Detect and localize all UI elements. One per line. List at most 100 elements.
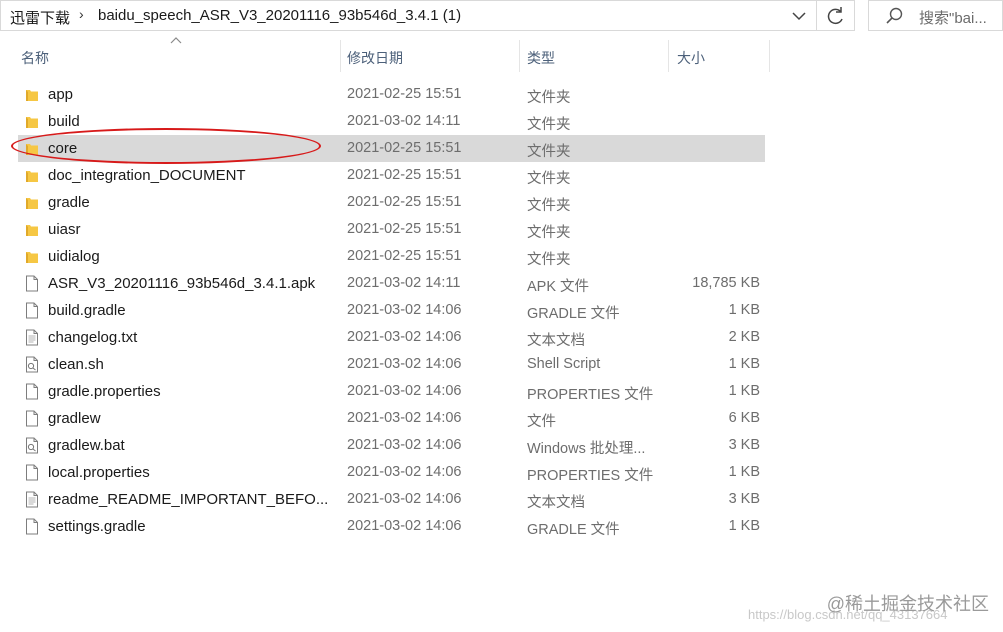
- file-type: PROPERTIES 文件: [527, 468, 654, 484]
- search-icon: [886, 7, 903, 24]
- file-row[interactable]: readme_README_IMPORTANT_BEFO... 2021-03-0…: [18, 486, 765, 513]
- text-file-icon: [24, 491, 40, 508]
- modified-date: 2021-02-25 15:51: [347, 140, 462, 156]
- modified-date: 2021-03-02 14:06: [347, 518, 462, 534]
- folder-row[interactable]: app 2021-02-25 15:51 文件夹: [18, 81, 765, 108]
- file-name: readme_README_IMPORTANT_BEFO...: [48, 491, 329, 508]
- text-file-icon: [24, 329, 40, 346]
- column-header-name[interactable]: 名称: [18, 40, 340, 72]
- file-type: 文件夹: [527, 171, 571, 187]
- column-divider[interactable]: [769, 40, 770, 72]
- column-header-type-label: 类型: [527, 50, 555, 66]
- folder-row[interactable]: uiasr 2021-02-25 15:51 文件夹: [18, 216, 765, 243]
- modified-date: 2021-03-02 14:06: [347, 383, 462, 399]
- file-row[interactable]: settings.gradle 2021-03-02 14:06 GRADLE 文件…: [18, 513, 765, 540]
- breadcrumb-separator-icon[interactable]: ›: [79, 6, 84, 22]
- modified-date: 2021-03-02 14:06: [347, 410, 462, 426]
- column-header-type[interactable]: 类型: [520, 40, 668, 72]
- modified-date: 2021-02-25 15:51: [347, 167, 462, 183]
- script-file-icon: [24, 356, 40, 373]
- file-type: GRADLE 文件: [527, 306, 620, 322]
- file-size: 1 KB: [728, 356, 760, 372]
- folder-icon: [24, 167, 40, 184]
- breadcrumb-parent[interactable]: 迅雷下载: [10, 7, 70, 28]
- file-name: build: [48, 113, 80, 130]
- file-type: 文件夹: [527, 144, 571, 160]
- file-size: 1 KB: [728, 464, 760, 480]
- file-type: Windows 批处理...: [527, 441, 646, 457]
- column-header-name-label: 名称: [21, 50, 49, 66]
- file-row[interactable]: changelog.txt 2021-03-02 14:06 文本文档 2 KB: [18, 324, 765, 351]
- modified-date: 2021-03-02 14:06: [347, 437, 462, 453]
- file-size: 1 KB: [728, 383, 760, 399]
- file-name: settings.gradle: [48, 518, 146, 535]
- file-type: 文件夹: [527, 198, 571, 214]
- modified-date: 2021-02-25 15:51: [347, 221, 462, 237]
- file-name: gradle.properties: [48, 383, 161, 400]
- file-type: 文本文档: [527, 495, 585, 511]
- breadcrumb-current[interactable]: baidu_speech_ASR_V3_20201116_93b546d_3.4…: [98, 7, 461, 24]
- file-type: 文件: [527, 414, 556, 430]
- file-type: PROPERTIES 文件: [527, 387, 654, 403]
- file-icon: [24, 383, 40, 400]
- file-name: gradle: [48, 194, 90, 211]
- folder-icon: [24, 140, 40, 157]
- folder-row[interactable]: uidialog 2021-02-25 15:51 文件夹: [18, 243, 765, 270]
- file-name: doc_integration_DOCUMENT: [48, 167, 246, 184]
- file-name: changelog.txt: [48, 329, 138, 346]
- search-placeholder: 搜索"bai...: [919, 10, 987, 27]
- file-size: 1 KB: [728, 302, 760, 318]
- file-size: 3 KB: [728, 491, 760, 507]
- file-name: clean.sh: [48, 356, 104, 373]
- file-row[interactable]: gradlew.bat 2021-03-02 14:06 Windows 批处理..…: [18, 432, 765, 459]
- folder-icon: [24, 113, 40, 130]
- file-name: gradlew: [48, 410, 101, 427]
- file-row[interactable]: ASR_V3_20201116_93b546d_3.4.1.apk 2021-03…: [18, 270, 765, 297]
- modified-date: 2021-03-02 14:11: [347, 113, 461, 129]
- modified-date: 2021-02-25 15:51: [347, 86, 462, 102]
- file-type: APK 文件: [527, 279, 590, 295]
- modified-date: 2021-02-25 15:51: [347, 248, 462, 264]
- modified-date: 2021-03-02 14:06: [347, 329, 462, 345]
- folder-row[interactable]: gradle 2021-02-25 15:51 文件夹: [18, 189, 765, 216]
- file-type: 文件夹: [527, 225, 571, 241]
- folder-row[interactable]: doc_integration_DOCUMENT 2021-02-25 15:51…: [18, 162, 765, 189]
- folder-row[interactable]: core 2021-02-25 15:51 文件夹: [18, 135, 765, 162]
- search-box[interactable]: 搜索"bai...: [868, 0, 1003, 31]
- folder-icon: [24, 248, 40, 265]
- refresh-button[interactable]: [817, 0, 855, 31]
- file-name: ASR_V3_20201116_93b546d_3.4.1.apk: [48, 275, 316, 292]
- file-row[interactable]: gradlew 2021-03-02 14:06 文件 6 KB: [18, 405, 765, 432]
- file-name: gradlew.bat: [48, 437, 125, 454]
- file-name: uidialog: [48, 248, 100, 265]
- file-icon: [24, 275, 40, 292]
- script-file-icon: [24, 437, 40, 454]
- file-name: app: [48, 86, 74, 103]
- file-icon: [24, 518, 40, 535]
- folder-row[interactable]: build 2021-03-02 14:11 文件夹: [18, 108, 765, 135]
- refresh-icon: [827, 7, 843, 25]
- file-icon: [24, 302, 40, 319]
- column-header-size-label: 大小: [677, 50, 705, 66]
- file-row[interactable]: gradle.properties 2021-03-02 14:06 PROPERT…: [18, 378, 765, 405]
- address-bar[interactable]: 迅雷下载 › baidu_speech_ASR_V3_20201116_93b5…: [0, 0, 817, 31]
- column-header-date[interactable]: 修改日期: [341, 40, 519, 72]
- folder-icon: [24, 221, 40, 238]
- modified-date: 2021-03-02 14:06: [347, 464, 462, 480]
- file-type: 文件夹: [527, 117, 571, 133]
- file-row[interactable]: build.gradle 2021-03-02 14:06 GRADLE 文件 1 K…: [18, 297, 765, 324]
- file-row[interactable]: clean.sh 2021-03-02 14:06 Shell Script 1 KB: [18, 351, 765, 378]
- modified-date: 2021-03-02 14:06: [347, 302, 462, 318]
- file-type: Shell Script: [527, 356, 601, 372]
- file-type: 文件夹: [527, 252, 571, 268]
- column-header-size[interactable]: 大小: [669, 40, 769, 72]
- file-row[interactable]: local.properties 2021-03-02 14:06 PROPERTI…: [18, 459, 765, 486]
- file-size: 18,785 KB: [692, 275, 760, 291]
- file-icon: [24, 410, 40, 427]
- modified-date: 2021-03-02 14:06: [347, 356, 462, 372]
- file-size: 2 KB: [728, 329, 760, 345]
- chevron-down-icon[interactable]: [788, 5, 810, 27]
- folder-icon: [24, 194, 40, 211]
- modified-date: 2021-03-02 14:06: [347, 491, 462, 507]
- file-size: 1 KB: [728, 518, 760, 534]
